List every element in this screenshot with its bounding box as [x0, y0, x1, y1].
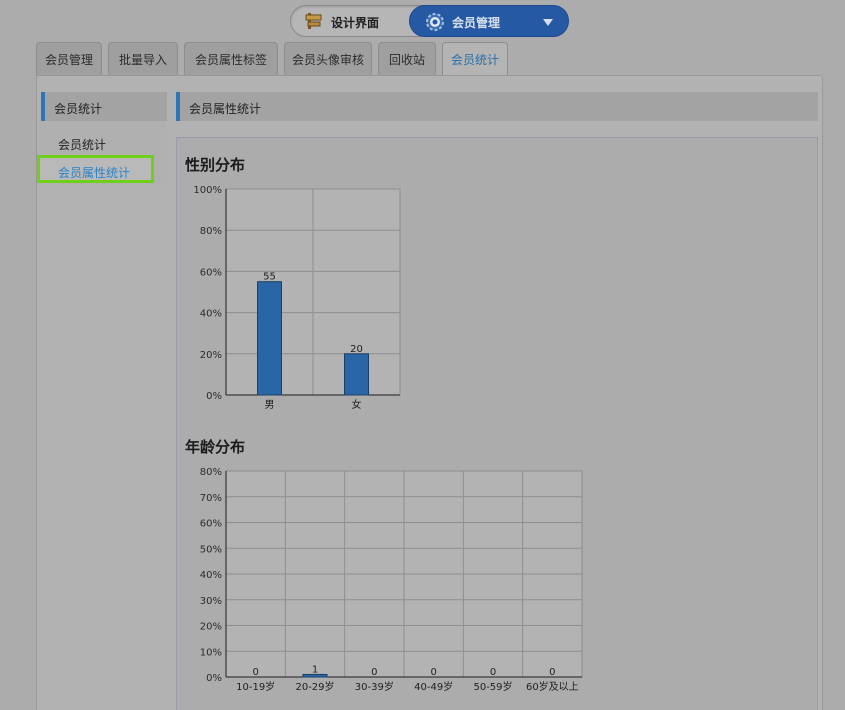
x-tick-label: 40-49岁 — [414, 680, 453, 693]
sidebar-list: 会员统计 会员属性统计 — [37, 121, 167, 184]
sidebar-title: 会员统计 — [54, 102, 103, 116]
tab-label: 回收站 — [388, 53, 425, 67]
y-tick-label: 30% — [200, 596, 222, 607]
y-tick-label: 0% — [206, 673, 222, 684]
y-tick-label: 80% — [200, 226, 222, 237]
page-title: 会员属性统计 — [189, 102, 262, 116]
bar — [257, 281, 282, 396]
design-view-label: 设计界面 — [331, 16, 380, 30]
data-label: 1 — [312, 664, 318, 675]
tab-recycle-bin[interactable]: 回收站 — [378, 42, 436, 76]
sidebar-item-member-attribute-statistics[interactable]: 会员属性统计 — [37, 155, 154, 183]
gender-distribution-chart: 0% 20% 40% 60% 80% 100% 55 男 20 女 — [193, 185, 401, 411]
x-tick-label: 女 — [352, 398, 362, 411]
data-label: 20 — [350, 344, 363, 355]
age-distribution-chart: 0% 10% 20% 30% 40% 50% 60% 70% 80% 0 10-19岁 1 20-29岁… — [200, 467, 583, 693]
signpost-icon — [305, 12, 323, 30]
data-label: 0 — [252, 667, 258, 678]
x-tick-label: 50-59岁 — [473, 680, 512, 693]
sidebar-header: 会员统计 — [41, 92, 167, 121]
tab-label: 会员管理 — [44, 53, 93, 67]
gear-icon — [425, 12, 445, 32]
tab-label: 会员统计 — [450, 53, 499, 67]
member-management-label: 会员管理 — [452, 16, 501, 30]
data-label: 0 — [430, 667, 436, 678]
sidebar-item-member-statistics[interactable]: 会员统计 — [58, 136, 106, 153]
tab-label: 会员属性标签 — [194, 53, 267, 67]
tab-member-management[interactable]: 会员管理 — [36, 42, 102, 76]
y-tick-label: 0% — [206, 391, 222, 402]
y-tick-label: 50% — [200, 544, 222, 555]
chevron-down-icon — [543, 19, 553, 26]
y-tick-label: 60% — [200, 519, 222, 530]
x-tick-label: 男 — [265, 399, 275, 411]
y-tick-label: 20% — [200, 622, 222, 633]
tab-member-statistics[interactable]: 会员统计 — [442, 42, 508, 77]
member-management-dropdown[interactable]: 会员管理 — [409, 5, 569, 37]
data-label: 0 — [490, 667, 496, 678]
data-label: 0 — [371, 667, 377, 678]
y-tick-label: 40% — [200, 570, 222, 581]
sidebar-item-label: 会员属性统计 — [58, 166, 131, 180]
data-label: 55 — [263, 272, 276, 283]
bar — [344, 353, 369, 396]
y-tick-label: 70% — [200, 493, 222, 504]
gender-chart-title: 性别分布 — [185, 156, 246, 174]
tab-member-attribute-tags[interactable]: 会员属性标签 — [184, 42, 278, 76]
y-tick-label: 60% — [200, 267, 222, 278]
y-tick-label: 10% — [200, 647, 222, 658]
x-tick-label: 30-39岁 — [355, 680, 394, 693]
main-header: 会员属性统计 — [176, 92, 818, 121]
tab-label: 会员头像审核 — [291, 53, 364, 67]
age-chart-title: 年龄分布 — [185, 438, 246, 456]
x-tick-label: 60岁及以上 — [526, 680, 579, 693]
y-tick-label: 40% — [200, 309, 222, 320]
y-tick-label: 20% — [200, 350, 222, 361]
y-tick-label: 100% — [193, 185, 222, 196]
design-view-button[interactable]: 设计界面 — [291, 6, 411, 36]
tab-batch-import[interactable]: 批量导入 — [108, 42, 178, 76]
y-tick-label: 80% — [200, 467, 222, 478]
view-switcher: 设计界面 会员管理 — [290, 5, 569, 37]
tab-label: 批量导入 — [118, 53, 167, 67]
data-label: 0 — [549, 667, 555, 678]
x-tick-label: 20-29岁 — [295, 680, 334, 693]
tab-avatar-review[interactable]: 会员头像审核 — [284, 42, 372, 76]
x-tick-label: 10-19岁 — [236, 680, 275, 693]
